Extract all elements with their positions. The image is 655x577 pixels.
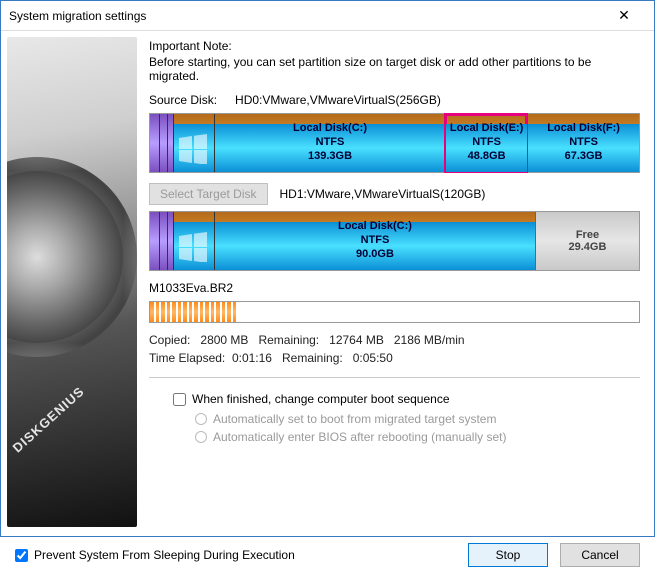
content-area: Important Note: Before starting, you can… <box>143 31 654 533</box>
progress-filename: M1033Eva.BR2 <box>149 281 640 295</box>
note-title: Important Note: <box>149 39 640 53</box>
sidebar-image: DISKGENIUS <box>7 37 137 527</box>
source-value: HD0:VMware,VMwareVirtualS(256GB) <box>235 93 441 107</box>
windows-logo-icon <box>174 212 214 270</box>
options-group: When finished, change computer boot sequ… <box>149 392 640 444</box>
partition-c[interactable]: Local Disk(C:) NTFS 139.3GB <box>214 114 445 172</box>
source-diskbar[interactable]: Local Disk(C:) NTFS 139.3GB Local Disk(E… <box>149 113 640 173</box>
change-boot-checkbox[interactable]: When finished, change computer boot sequ… <box>173 392 640 406</box>
radio-enter-bios: Automatically enter BIOS after rebooting… <box>173 430 640 444</box>
partition-e[interactable]: Local Disk(E:) NTFS 48.8GB <box>445 114 527 172</box>
reserved-partition[interactable] <box>150 114 160 172</box>
target-row: Select Target Disk HD1:VMware,VMwareVirt… <box>149 183 640 205</box>
prevent-sleep-checkbox[interactable]: Prevent System From Sleeping During Exec… <box>15 548 295 562</box>
prevent-sleep-input[interactable] <box>15 549 28 562</box>
note-body: Before starting, you can set partition s… <box>149 55 640 83</box>
main-area: DISKGENIUS Important Note: Before starti… <box>1 31 654 533</box>
window-title: System migration settings <box>9 9 146 23</box>
close-icon[interactable]: ✕ <box>604 7 644 24</box>
source-row: Source Disk: HD0:VMware,VMwareVirtualS(2… <box>149 93 640 107</box>
titlebar: System migration settings ✕ <box>1 1 654 31</box>
source-label: Source Disk: <box>149 93 217 107</box>
change-boot-input[interactable] <box>173 393 186 406</box>
select-target-button: Select Target Disk <box>149 183 268 205</box>
footer: Prevent System From Sleeping During Exec… <box>1 533 654 577</box>
target-partition-c[interactable]: Local Disk(C:) NTFS 90.0GB <box>214 212 535 270</box>
brand-label: DISKGENIUS <box>10 384 88 456</box>
radio-icon <box>195 413 207 425</box>
radio-auto-boot: Automatically set to boot from migrated … <box>173 412 640 426</box>
progress-stats: Copied: 2800 MB Remaining: 12764 MB 2186… <box>149 331 640 378</box>
cancel-button[interactable]: Cancel <box>560 543 640 567</box>
progress-bar <box>149 301 640 323</box>
reserved-partition[interactable] <box>160 212 168 270</box>
free-space[interactable]: Free 29.4GB <box>535 212 639 270</box>
stop-button[interactable]: Stop <box>468 543 548 567</box>
partition-f[interactable]: Local Disk(F:) NTFS 67.3GB <box>527 114 639 172</box>
radio-icon <box>195 431 207 443</box>
reserved-partition[interactable] <box>160 114 168 172</box>
windows-logo-icon <box>174 114 214 172</box>
target-diskbar[interactable]: Local Disk(C:) NTFS 90.0GB Free 29.4GB <box>149 211 640 271</box>
target-value: HD1:VMware,VMwareVirtualS(120GB) <box>280 187 486 201</box>
reserved-partition[interactable] <box>150 212 160 270</box>
